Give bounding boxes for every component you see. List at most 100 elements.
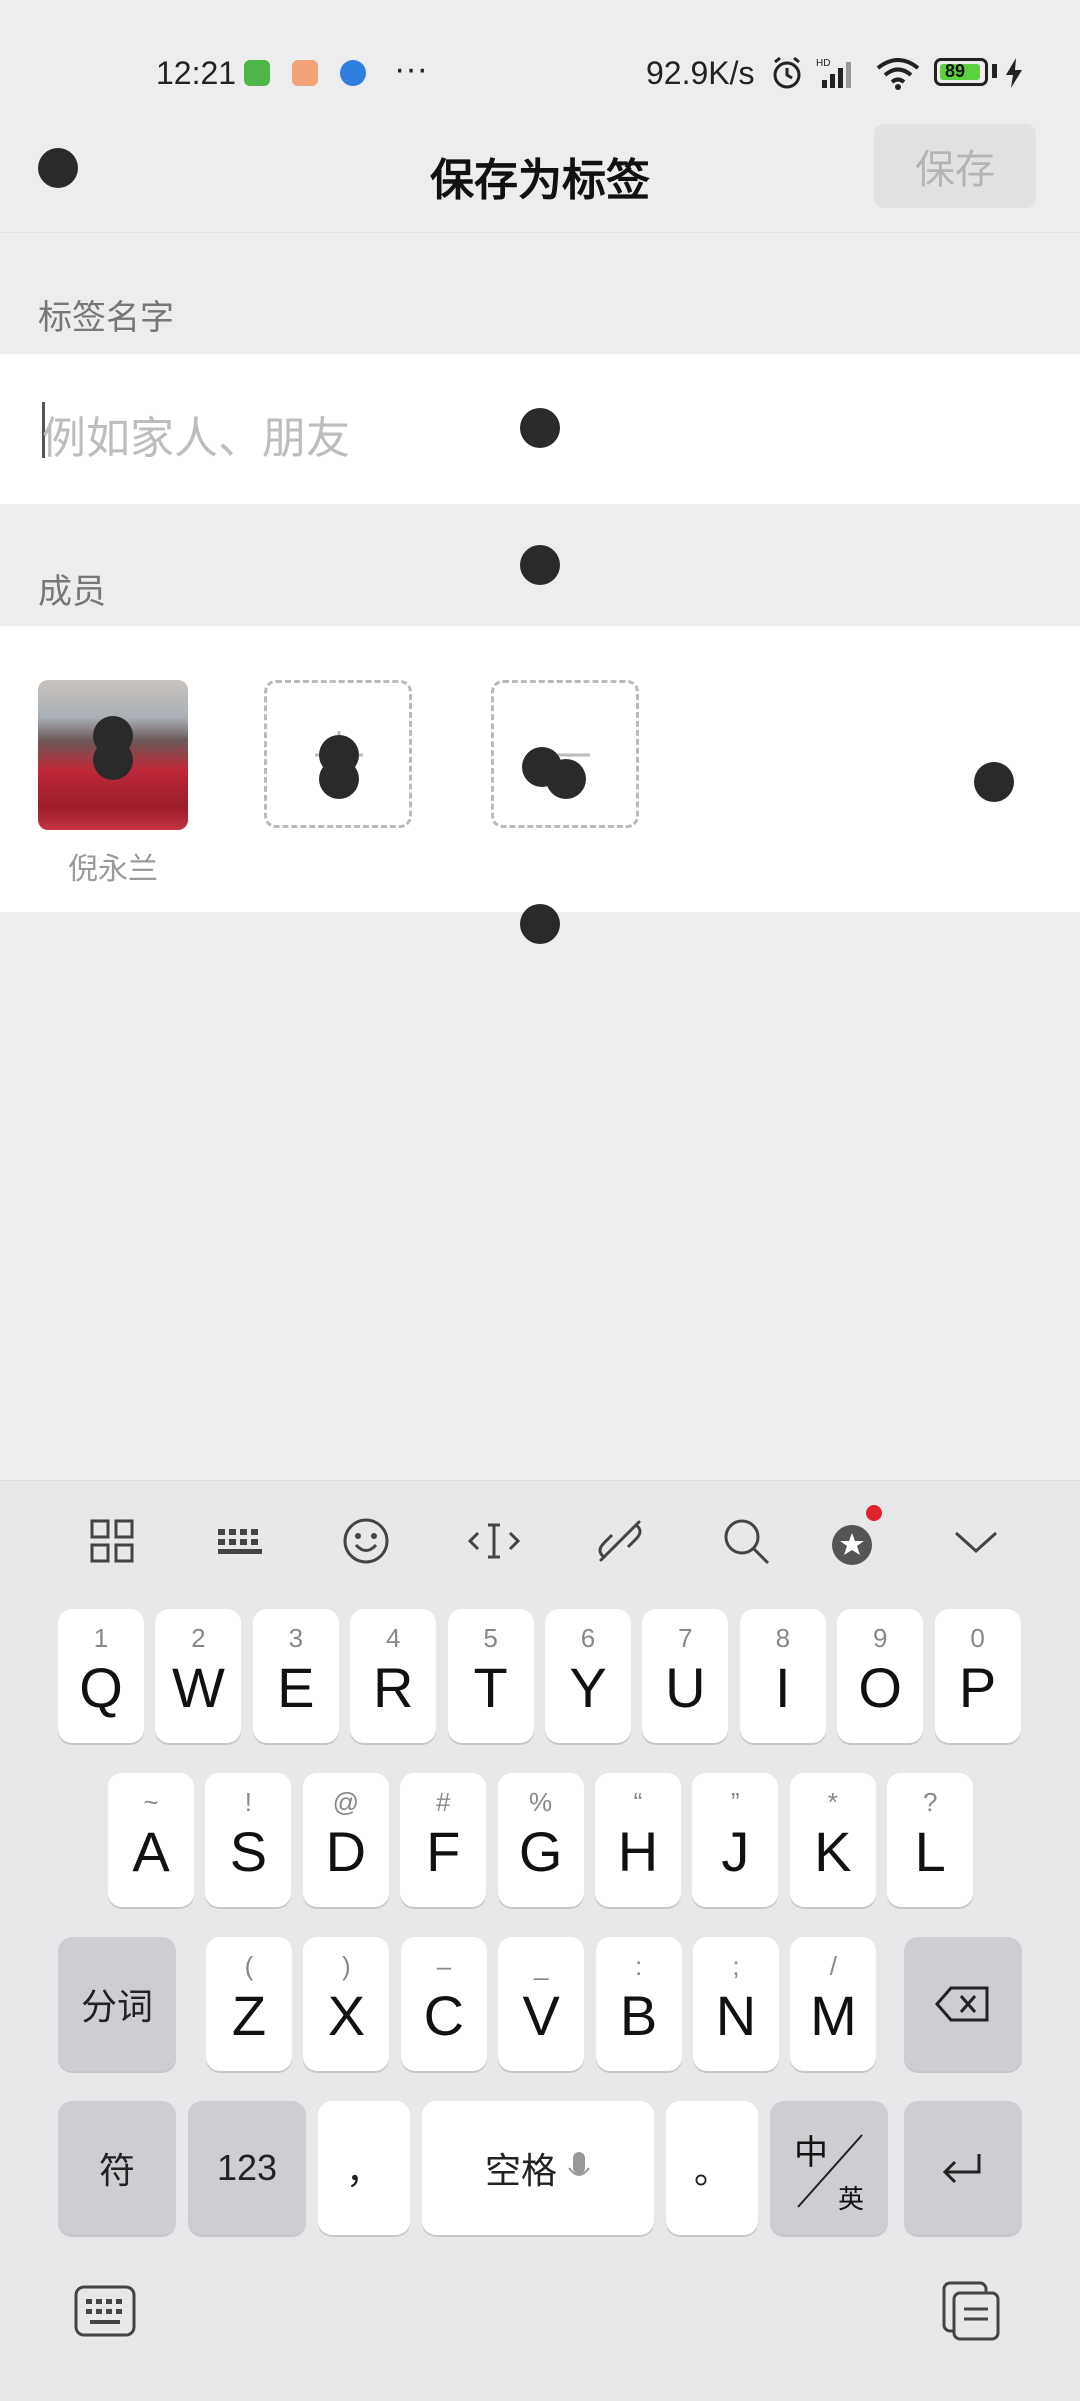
key-secondary-label: 0 (970, 1623, 985, 1653)
key-label: H (617, 1819, 659, 1883)
key-label: O (858, 1655, 902, 1719)
key-label: G (518, 1819, 563, 1883)
key-label: Q (79, 1655, 123, 1719)
clipboard-icon[interactable] (938, 2279, 1004, 2347)
keyboard-switch-icon[interactable] (72, 2281, 138, 2345)
search-icon[interactable] (716, 1511, 776, 1575)
key-q[interactable]: 1Q (58, 1609, 144, 1743)
more-notifications-icon: ··· (394, 50, 428, 88)
status-time: 12:21 (156, 55, 237, 91)
key-secondary-label: ( (244, 1951, 254, 1981)
key-d[interactable]: @ D (302, 1773, 389, 1907)
key-r[interactable]: 4R (350, 1609, 437, 1743)
key-label: S (229, 1819, 268, 1883)
grid-icon[interactable] (82, 1511, 142, 1575)
key-label: C (423, 1983, 465, 2047)
key-label: I (775, 1655, 791, 1719)
touch-indicator-icon (319, 759, 359, 799)
add-member-button[interactable] (264, 680, 412, 828)
key-s[interactable]: ! S (205, 1773, 292, 1907)
key-j[interactable]: ” J (692, 1773, 779, 1907)
key-label: Y (569, 1655, 607, 1719)
tag-name-field[interactable]: 例如家人、朋友 (0, 354, 1080, 504)
key-i[interactable]: 8I (739, 1609, 826, 1743)
enter-key[interactable] (904, 2101, 1022, 2235)
key-k[interactable]: * K (789, 1773, 876, 1907)
charging-icon (1004, 58, 1024, 92)
signal-icon: HD (816, 56, 860, 94)
period-key-label: 。 (693, 2151, 730, 2192)
key-f[interactable]: # F (400, 1773, 487, 1907)
key-z[interactable]: (Z (206, 1937, 292, 2071)
key-secondary-label: * (827, 1787, 838, 1817)
key-secondary-label: 5 (483, 1623, 498, 1653)
tag-name-placeholder: 例如家人、朋友 (42, 413, 350, 464)
keyboard-layout-icon[interactable] (210, 1511, 270, 1575)
key-v[interactable]: _ V (498, 1937, 585, 2071)
key-g[interactable]: % G (497, 1773, 584, 1907)
space-key-label: 空格 (484, 2151, 557, 2192)
key-l[interactable]: ? L (887, 1773, 974, 1907)
key-secondary-label: / (829, 1951, 837, 1981)
key-c[interactable]: – C (400, 1937, 487, 2071)
key-e[interactable]: 3E (252, 1609, 339, 1743)
badge-icon[interactable] (822, 1503, 892, 1577)
key-secondary-label: 2 (191, 1623, 206, 1653)
header-bar: 保存为标签 保存 (0, 120, 1080, 233)
key-secondary-label: % (529, 1787, 553, 1817)
enter-icon (942, 2154, 981, 2184)
numbers-key[interactable]: 123 (188, 2101, 306, 2235)
key-secondary-label: 3 (288, 1623, 304, 1653)
cursor-icon[interactable] (464, 1511, 524, 1575)
key-m[interactable]: / M (790, 1937, 877, 2071)
key-n[interactable]: ; N (693, 1937, 779, 2071)
key-label: D (325, 1819, 367, 1883)
key-label: M (810, 1983, 857, 2047)
key-y[interactable]: 6Y (545, 1609, 631, 1743)
svg-text:HD: HD (816, 58, 830, 69)
backspace-icon (935, 1986, 989, 2022)
comma-key[interactable]: ， (318, 2101, 410, 2235)
key-o[interactable]: 9O (837, 1609, 924, 1743)
key-b[interactable]: :B (595, 1937, 682, 2071)
emoji-icon[interactable] (336, 1511, 396, 1575)
link-icon[interactable] (590, 1511, 650, 1575)
key-x[interactable]: ) X (303, 1937, 390, 2071)
touch-indicator-icon (546, 759, 586, 799)
collapse-keyboard-icon[interactable] (946, 1511, 1006, 1575)
comma-key-label: ， (345, 2151, 382, 2192)
key-h[interactable]: “H (595, 1773, 681, 1907)
language-switch-key[interactable]: 中 英 (770, 2101, 888, 2235)
key-secondary-label: 8 (775, 1623, 791, 1653)
key-u[interactable]: 7U (642, 1609, 729, 1743)
key-t[interactable]: 5T (447, 1609, 534, 1743)
key-label: B (619, 1983, 658, 2047)
key-secondary-label: ; (732, 1951, 740, 1981)
key-label: N (715, 1983, 757, 2047)
symbols-key[interactable]: 符 (58, 2101, 176, 2235)
key-label: J (721, 1819, 750, 1883)
key-secondary-label: 7 (678, 1623, 693, 1653)
app-notification-icon (292, 60, 318, 86)
wifi-icon (876, 58, 920, 94)
space-key[interactable]: 空格 (422, 2101, 654, 2235)
battery-icon: 89 (934, 58, 988, 86)
remove-member-button[interactable] (491, 680, 639, 828)
key-secondary-label: _ (533, 1951, 549, 1981)
period-key[interactable]: 。 (666, 2101, 758, 2235)
segment-key[interactable]: 分词 (58, 1937, 176, 2071)
save-button[interactable]: 保存 (874, 124, 1036, 208)
network-speed: 92.9K/s (646, 55, 755, 91)
key-secondary-label: @ (332, 1787, 359, 1817)
key-secondary-label: – (436, 1951, 452, 1981)
key-p[interactable]: 0P (934, 1609, 1021, 1743)
backspace-key[interactable] (904, 1937, 1022, 2071)
member-item[interactable]: 倪永兰 (38, 680, 188, 888)
key-a[interactable]: ~ A (108, 1773, 194, 1907)
app-notification-icon (244, 60, 270, 86)
key-w[interactable]: 2W (155, 1609, 242, 1743)
key-label: U (665, 1655, 706, 1719)
touch-indicator-icon (520, 408, 560, 448)
key-label: L (914, 1819, 946, 1883)
key-label: P (958, 1655, 997, 1719)
